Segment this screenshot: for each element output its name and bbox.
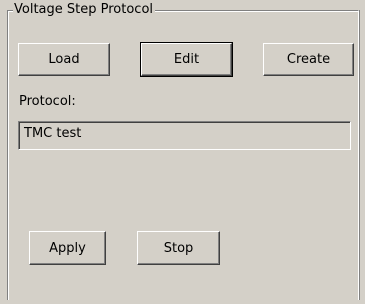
group-title: Voltage Step Protocol (13, 2, 156, 18)
protocol-name-field: TMC test (18, 121, 351, 150)
load-button[interactable]: Load (18, 43, 110, 76)
stop-button[interactable]: Stop (137, 231, 220, 265)
protocol-label: Protocol: (19, 94, 76, 109)
edit-button[interactable]: Edit (140, 42, 233, 77)
create-button[interactable]: Create (263, 43, 354, 76)
apply-button[interactable]: Apply (29, 231, 106, 265)
